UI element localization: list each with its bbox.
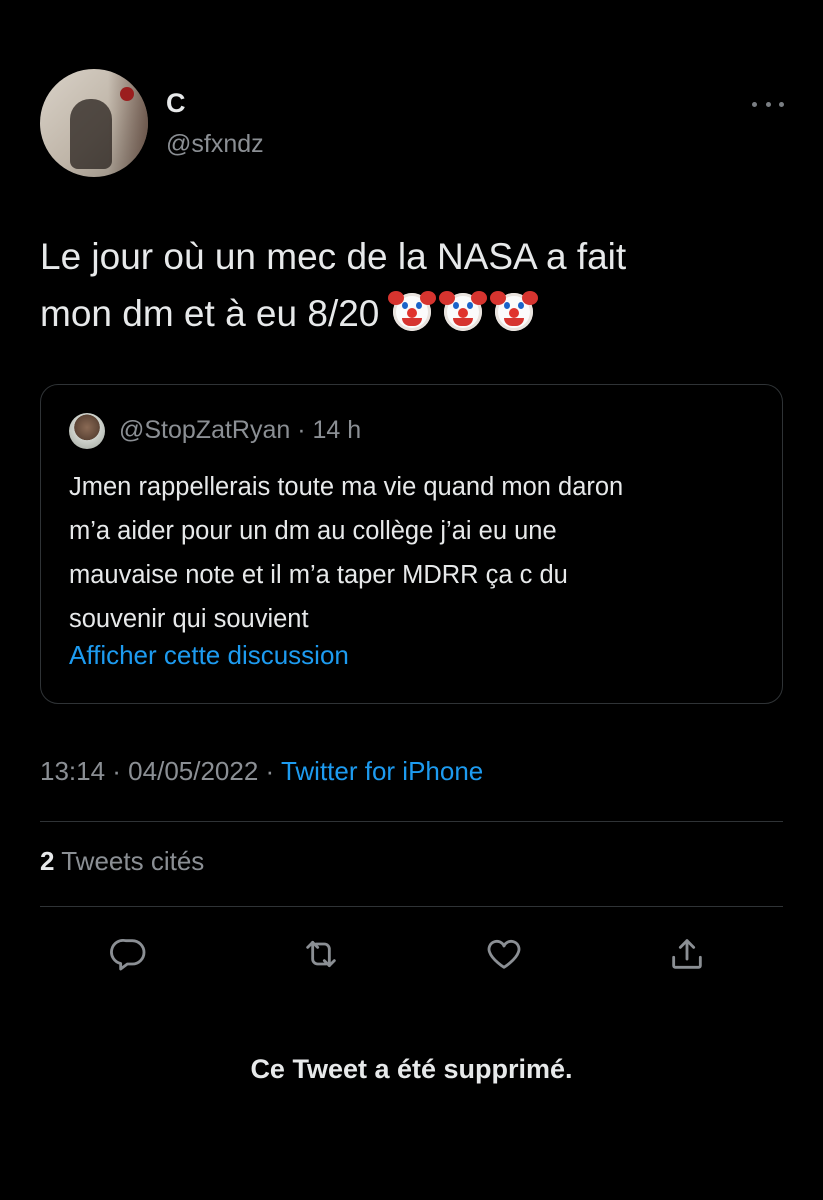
tweet-metadata: 13:14 · 04/05/2022 · Twitter for iPhone [40, 756, 483, 787]
avatar-figure [70, 99, 112, 169]
author-handle[interactable]: @sfxndz [166, 130, 264, 159]
divider [40, 821, 783, 822]
reply-icon[interactable] [109, 934, 149, 974]
tweet-timestamp: 13:14 · 04/05/2022 · [40, 756, 281, 786]
author-display-name[interactable]: C [166, 88, 186, 119]
retweet-icon[interactable] [301, 934, 341, 974]
quoted-text-line: m’a aider pour un dm au collège j’ai eu … [69, 517, 557, 545]
like-icon[interactable] [484, 934, 524, 974]
quoted-author-handle-time: @StopZatRyan · 14 h [119, 416, 362, 444]
clown-face-emoji [438, 291, 487, 331]
tweet-text: Le jour où un mec de la NASA a fait mon … [40, 228, 800, 342]
dot [752, 101, 757, 107]
author-avatar[interactable] [40, 69, 148, 177]
show-thread-link[interactable]: Afficher cette discussion [69, 640, 349, 671]
avatar-edge [108, 69, 148, 177]
quoted-tweet-text: Jmen rappellerais toute ma vie quand mon… [69, 465, 759, 641]
clown-face-emoji [490, 291, 539, 331]
quote-tweets-count[interactable]: 2 Tweets cités [40, 846, 204, 877]
quoted-author-avatar [69, 413, 105, 449]
quote-count-number: 2 [40, 846, 55, 876]
divider [40, 906, 783, 907]
dot [779, 101, 784, 107]
quoted-tweet-card[interactable]: @StopZatRyan · 14 h Jmen rappellerais to… [40, 384, 783, 704]
tweet-text-line-1: Le jour où un mec de la NASA a fait [40, 236, 627, 277]
tweet-source-link[interactable]: Twitter for iPhone [281, 756, 483, 786]
avatar-detail [120, 87, 134, 101]
quoted-text-line: Jmen rappellerais toute ma vie quand mon… [69, 473, 624, 501]
tweet-text-line-2: mon dm et à eu 8/20 [40, 285, 800, 342]
quoted-text-line: mauvaise note et il m’a taper MDRR ça c … [69, 561, 568, 589]
quote-count-label: Tweets cités [54, 846, 205, 876]
clown-face-emoji [387, 291, 436, 331]
dot [765, 101, 771, 107]
quoted-text-line: souvenir qui souvient [69, 605, 309, 633]
more-options-icon[interactable] [752, 96, 784, 112]
tweet-text-line-2-text: mon dm et à eu 8/20 [40, 293, 380, 334]
share-icon[interactable] [667, 934, 707, 974]
deleted-tweet-notice: Ce Tweet a été supprimé. [250, 1054, 573, 1084]
